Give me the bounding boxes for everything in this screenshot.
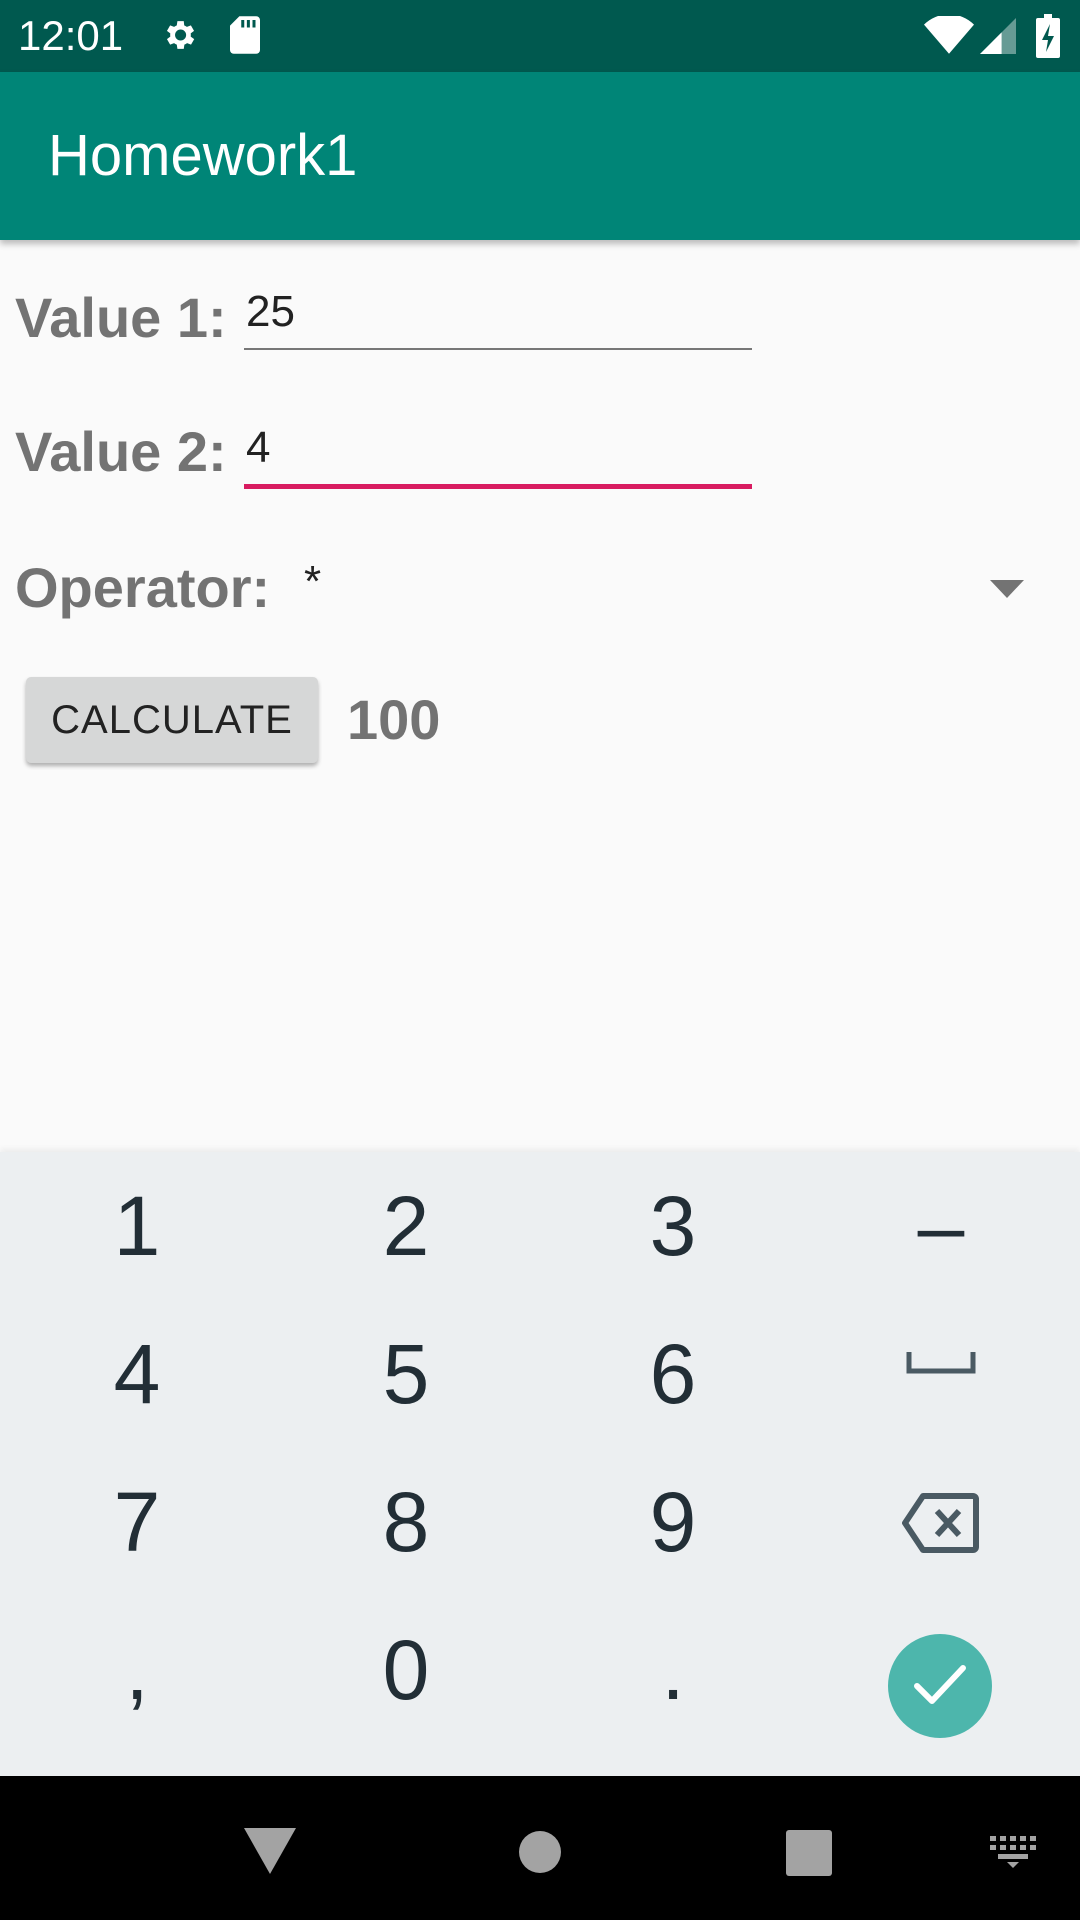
numeric-keyboard: 1 2 3 – 4 5 6 7 8 9 , 0 .	[0, 1152, 1080, 1776]
value1-underline	[244, 348, 752, 350]
cell-signal-icon	[980, 18, 1016, 54]
value1-field[interactable]: 25	[244, 280, 752, 352]
value2-underline	[244, 484, 752, 489]
key-2[interactable]: 2	[281, 1156, 531, 1296]
app-bar: Homework1	[0, 72, 1080, 240]
operator-spinner[interactable]	[290, 540, 1060, 632]
checkmark-icon	[914, 1665, 966, 1704]
key-comma[interactable]: ,	[12, 1600, 262, 1740]
calculate-button[interactable]: CALCULATE	[26, 677, 318, 763]
key-7[interactable]: 7	[12, 1452, 262, 1592]
home-icon[interactable]	[518, 1830, 562, 1874]
navigation-bar	[0, 1776, 1080, 1920]
value2-label: Value 2:	[15, 420, 227, 483]
dropdown-arrow-icon	[990, 580, 1024, 598]
key-space[interactable]	[816, 1304, 1066, 1444]
app-title: Homework1	[48, 123, 358, 188]
status-bar: 12:01	[0, 0, 1080, 72]
result-text: 100	[347, 688, 441, 751]
key-minus[interactable]: –	[816, 1156, 1066, 1296]
keyboard-switch-icon[interactable]	[988, 1836, 1038, 1868]
key-5[interactable]: 5	[281, 1304, 531, 1444]
battery-charging-icon	[1036, 14, 1060, 58]
key-8[interactable]: 8	[281, 1452, 531, 1592]
operator-value: *	[304, 557, 322, 606]
key-3[interactable]: 3	[548, 1156, 798, 1296]
value2-text: 4	[246, 423, 271, 472]
back-icon[interactable]	[244, 1828, 296, 1874]
key-9[interactable]: 9	[548, 1452, 798, 1592]
recents-icon[interactable]	[786, 1830, 832, 1876]
key-period[interactable]: .	[548, 1600, 798, 1740]
sd-card-icon	[230, 16, 260, 54]
key-4[interactable]: 4	[12, 1304, 262, 1444]
key-backspace[interactable]	[816, 1452, 1066, 1592]
status-time: 12:01	[18, 12, 124, 59]
key-done[interactable]	[888, 1634, 992, 1738]
key-1[interactable]: 1	[12, 1156, 262, 1296]
space-icon	[906, 1352, 976, 1374]
value2-field[interactable]: 4	[244, 416, 752, 492]
gear-icon	[166, 21, 195, 49]
backspace-icon	[902, 1493, 979, 1553]
value1-text: 25	[246, 287, 295, 336]
operator-label: Operator:	[15, 556, 271, 619]
wifi-icon	[924, 16, 974, 54]
value1-label: Value 1:	[15, 286, 227, 349]
key-0[interactable]: 0	[281, 1600, 531, 1740]
key-6[interactable]: 6	[548, 1304, 798, 1444]
